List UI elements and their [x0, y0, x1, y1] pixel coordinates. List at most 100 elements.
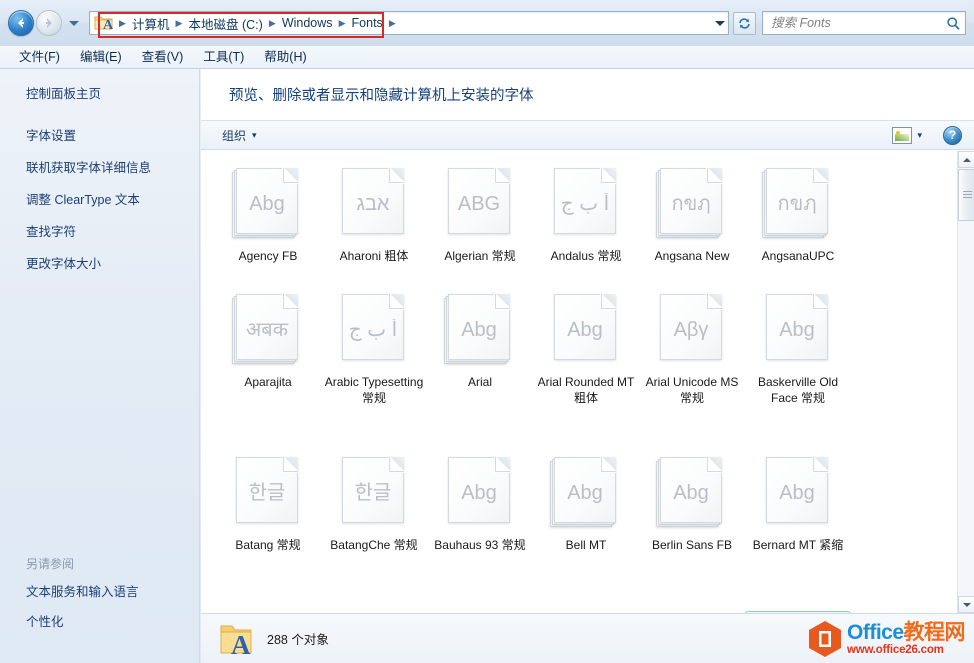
address-bar[interactable]: A ▶ 计算机 ▶ 本地磁盘 (C:) ▶ Windows ▶ Fonts ▶ — [89, 11, 729, 35]
menu-item-file[interactable]: 文件(F) — [10, 47, 69, 67]
back-arrow-icon — [18, 18, 24, 28]
font-tile-label: Aparajita — [244, 375, 292, 389]
font-tile[interactable]: אבג Aharoni 粗体 — [321, 159, 427, 277]
sidebar-see-also: 另请参阅 文本服务和输入语言 个性化 — [0, 555, 200, 645]
font-preview-glyph: Abg — [461, 319, 497, 341]
folded-corner-icon — [601, 168, 616, 183]
font-tile[interactable]: अबक Aparajita — [215, 285, 321, 403]
forward-arrow-icon — [46, 18, 52, 28]
font-tile[interactable]: Αβγ Arial Unicode MS 常规 — [639, 285, 745, 440]
font-tile[interactable]: Abg Baskerville Old Face 常规 — [745, 285, 851, 440]
vertical-scrollbar[interactable] — [957, 151, 974, 613]
folded-corner-icon — [495, 457, 510, 472]
font-tile[interactable]: กขฦ Angsana New — [639, 159, 745, 277]
font-family-icon: Abg — [550, 455, 622, 531]
navigation-bar: A ▶ 计算机 ▶ 本地磁盘 (C:) ▶ Windows ▶ Fonts ▶ — [0, 0, 974, 46]
back-button[interactable] — [8, 10, 34, 36]
font-tile[interactable]: أ ب ج Andalus 常规 — [533, 159, 639, 277]
font-tile[interactable]: กขฦ AngsanaUPC — [745, 159, 851, 277]
font-tile[interactable]: 한글 BatangChe 常规 — [321, 448, 427, 603]
font-tile[interactable]: ABG Algerian 常规 — [427, 159, 533, 277]
search-input[interactable] — [771, 16, 946, 30]
sidebar-item-find-character[interactable]: 查找字符 — [26, 225, 76, 240]
chevron-down-icon: ▾ — [917, 129, 922, 140]
sidebar-item-change-font-size[interactable]: 更改字体大小 — [26, 257, 101, 272]
menu-item-tools[interactable]: 工具(T) — [194, 47, 253, 67]
sidebar-item-adjust-cleartype-text[interactable]: 调整 ClearType 文本 — [26, 193, 140, 208]
menu-bar: 文件(F) 编辑(E) 查看(V) 工具(T) 帮助(H) — [0, 46, 974, 69]
font-tile[interactable]: 한글 Batang 常规 — [215, 448, 321, 603]
scrollbar-thumb[interactable] — [958, 169, 974, 221]
address-history-dropdown[interactable] — [711, 12, 728, 34]
font-tile[interactable]: Abg Agency FB — [215, 159, 321, 277]
font-tile[interactable]: أ ب ج Arabic Typesetting 常规 — [321, 285, 427, 440]
sidebar-item-text-services-input-languages[interactable]: 文本服务和输入语言 — [26, 585, 139, 600]
breadcrumb-item-fonts[interactable]: Fonts — [348, 16, 387, 30]
font-tile-label: Baskerville Old Face 常规 — [757, 375, 839, 405]
forward-button[interactable] — [36, 10, 62, 36]
font-tile[interactable]: Abg Bell MT — [533, 448, 639, 585]
breadcrumb-item-localdisk[interactable]: 本地磁盘 (C:) — [185, 14, 267, 33]
breadcrumb-separator[interactable]: ▶ — [174, 18, 185, 28]
font-preview-glyph: Abg — [461, 482, 497, 504]
font-tile[interactable]: Abg Bernard MT 紧缩 — [745, 448, 851, 585]
font-file-icon: Abg — [762, 455, 834, 531]
breadcrumb-separator[interactable]: ▶ — [267, 18, 278, 28]
font-family-icon: Abg — [656, 455, 728, 531]
font-tile-label: Algerian 常规 — [444, 249, 516, 263]
fonts-grid-scroll-area[interactable]: Abg Agency FB אבג Aharoni 粗体 ABG Algerian 常规 أ… — [201, 151, 974, 613]
sidebar-item-get-font-details-online[interactable]: 联机获取字体详细信息 — [26, 161, 151, 176]
menu-item-edit[interactable]: 编辑(E) — [71, 47, 131, 67]
triangle-down-icon — [962, 602, 971, 607]
menu-item-view[interactable]: 查看(V) — [133, 47, 193, 67]
font-file-icon: 한글 — [338, 455, 410, 531]
font-tile-label: Andalus 常规 — [550, 249, 622, 263]
watermark-text: Office教程网 www.office26.com — [847, 622, 966, 657]
font-preview-glyph: กขฦ — [671, 193, 711, 215]
watermark-brand: Office教程网 — [847, 622, 966, 643]
font-preview-glyph: Abg — [567, 319, 603, 341]
font-family-icon: Abg — [232, 166, 304, 242]
search-icon — [947, 16, 960, 30]
font-tile-label: Bell MT — [565, 538, 607, 552]
scroll-up-button[interactable] — [958, 151, 974, 168]
font-tile-label: Berlin Sans FB — [651, 538, 733, 552]
breadcrumb-item-windows[interactable]: Windows — [278, 16, 337, 30]
breadcrumb: ▶ 计算机 ▶ 本地磁盘 (C:) ▶ Windows ▶ Fonts ▶ — [117, 12, 711, 34]
chevron-down-icon: ▾ — [252, 129, 257, 140]
font-family-icon: Abg — [444, 292, 516, 368]
folded-corner-icon — [389, 457, 404, 472]
sidebar-item-control-panel-home[interactable]: 控制面板主页 — [26, 87, 101, 102]
breadcrumb-separator[interactable]: ▶ — [387, 18, 398, 28]
font-preview-glyph: Abg — [249, 193, 285, 215]
font-tile[interactable]: Abg Arial — [427, 285, 533, 440]
help-icon[interactable]: ? — [943, 125, 962, 145]
menu-item-help[interactable]: 帮助(H) — [255, 47, 315, 67]
refresh-icon — [739, 17, 750, 29]
breadcrumb-item-computer[interactable]: 计算机 — [128, 14, 174, 33]
see-also-header: 另请参阅 — [26, 557, 75, 571]
font-tile[interactable]: Abg Bauhaus 93 常规 — [427, 448, 533, 585]
chevron-down-icon — [69, 20, 79, 26]
font-tile[interactable]: Abg Berlin Sans FB — [639, 448, 745, 585]
recent-locations-dropdown[interactable] — [65, 12, 83, 34]
folded-corner-icon — [601, 457, 616, 472]
font-preview-glyph: אבג — [356, 193, 390, 215]
font-preview-glyph: 한글 — [248, 482, 286, 504]
search-box[interactable] — [762, 11, 966, 35]
breadcrumb-separator[interactable]: ▶ — [337, 18, 348, 28]
fonts-grid: Abg Agency FB אבג Aharoni 粗体 ABG Algerian 常规 أ… — [201, 151, 953, 613]
sidebar-item-personalization[interactable]: 个性化 — [26, 615, 64, 630]
scroll-down-button[interactable] — [958, 596, 974, 613]
organize-button[interactable]: 组织 ▾ — [213, 123, 266, 148]
refresh-button[interactable] — [733, 11, 756, 35]
page-title: 预览、删除或者显示和隐藏计算机上安装的字体 — [229, 88, 534, 104]
font-preview-glyph: 한글 — [354, 482, 392, 504]
status-item-count: 288 个对象 — [267, 633, 329, 647]
font-tile[interactable]: Abg Arial Rounded MT 粗体 — [533, 285, 639, 440]
sidebar-item-font-settings[interactable]: 字体设置 — [26, 129, 76, 144]
font-preview-glyph: Abg — [779, 319, 815, 341]
font-preview-glyph: أ ب ج — [348, 319, 398, 341]
chevron-down-icon — [714, 20, 725, 26]
view-mode-button[interactable]: ▾ — [885, 124, 929, 147]
